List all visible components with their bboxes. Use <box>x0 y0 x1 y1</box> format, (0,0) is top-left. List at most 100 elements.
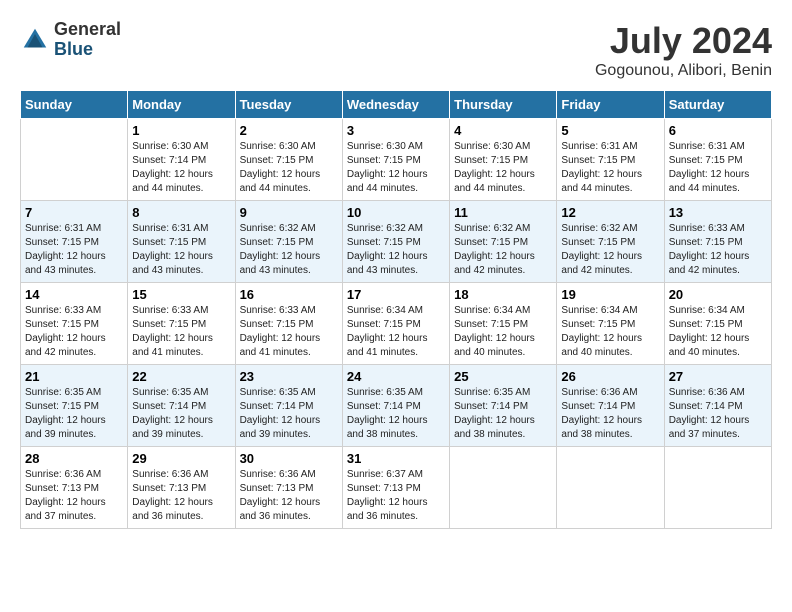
day-info: Sunrise: 6:36 AMSunset: 7:14 PMDaylight:… <box>669 386 767 442</box>
logo: General Blue <box>20 20 121 60</box>
calendar-cell: 26 Sunrise: 6:36 AMSunset: 7:14 PMDayligh… <box>557 365 664 447</box>
calendar-table: SundayMondayTuesdayWednesdayThursdayFrid… <box>20 90 772 529</box>
day-number: 16 <box>240 287 338 302</box>
day-info: Sunrise: 6:33 AMSunset: 7:15 PMDaylight:… <box>669 222 767 278</box>
weekday-header-tuesday: Tuesday <box>235 91 342 119</box>
day-number: 12 <box>561 205 659 220</box>
calendar-cell: 18Sunrise: 6:34 AMSunset: 7:15 PMDayligh… <box>450 283 557 365</box>
calendar-cell: 22 Sunrise: 6:35 AMSunset: 7:14 PMDayligh… <box>128 365 235 447</box>
day-number: 3 <box>347 123 445 138</box>
day-info: Sunrise: 6:34 AMSunset: 7:15 PMDaylight:… <box>561 304 659 360</box>
day-number: 21 <box>25 369 123 384</box>
day-info: Sunrise: 6:33 AMSunset: 7:15 PMDaylight:… <box>132 304 230 360</box>
day-number: 24 <box>347 369 445 384</box>
day-number: 27 <box>669 369 767 384</box>
calendar-cell: 25 Sunrise: 6:35 AMSunset: 7:14 PMDayligh… <box>450 365 557 447</box>
page-header: General Blue July 2024 Gogounou, Alibori… <box>20 20 772 80</box>
day-number: 5 <box>561 123 659 138</box>
day-number: 4 <box>454 123 552 138</box>
day-number: 31 <box>347 451 445 466</box>
day-number: 13 <box>669 205 767 220</box>
calendar-cell: 2 Sunrise: 6:30 AMSunset: 7:15 PMDaylight… <box>235 119 342 201</box>
calendar-cell: 15 Sunrise: 6:33 AMSunset: 7:15 PMDayligh… <box>128 283 235 365</box>
weekday-header-thursday: Thursday <box>450 91 557 119</box>
day-number: 22 <box>132 369 230 384</box>
weekday-header-wednesday: Wednesday <box>342 91 449 119</box>
day-info: Sunrise: 6:30 AMSunset: 7:15 PMDaylight:… <box>240 140 338 196</box>
day-info: Sunrise: 6:32 AMSunset: 7:15 PMDaylight:… <box>561 222 659 278</box>
day-info: Sunrise: 6:30 AMSunset: 7:15 PMDaylight:… <box>347 140 445 196</box>
day-info: Sunrise: 6:36 AMSunset: 7:13 PMDaylight:… <box>132 468 230 524</box>
calendar-week-row: 1 Sunrise: 6:30 AMSunset: 7:14 PMDaylight… <box>21 119 772 201</box>
calendar-cell: 8 Sunrise: 6:31 AMSunset: 7:15 PMDaylight… <box>128 201 235 283</box>
calendar-cell: 21 Sunrise: 6:35 AMSunset: 7:15 PMDayligh… <box>21 365 128 447</box>
day-info: Sunrise: 6:34 AMSunset: 7:15 PMDaylight:… <box>669 304 767 360</box>
calendar-cell: 16Sunrise: 6:33 AMSunset: 7:15 PMDayligh… <box>235 283 342 365</box>
calendar-cell: 19Sunrise: 6:34 AMSunset: 7:15 PMDayligh… <box>557 283 664 365</box>
day-info: Sunrise: 6:37 AMSunset: 7:13 PMDaylight:… <box>347 468 445 524</box>
day-info: Sunrise: 6:32 AMSunset: 7:15 PMDaylight:… <box>240 222 338 278</box>
calendar-cell <box>664 447 771 529</box>
calendar-cell <box>557 447 664 529</box>
day-number: 15 <box>132 287 230 302</box>
day-info: Sunrise: 6:34 AMSunset: 7:15 PMDaylight:… <box>454 304 552 360</box>
day-number: 9 <box>240 205 338 220</box>
calendar-cell: 12 Sunrise: 6:32 AMSunset: 7:15 PMDayligh… <box>557 201 664 283</box>
calendar-cell: 10Sunrise: 6:32 AMSunset: 7:15 PMDayligh… <box>342 201 449 283</box>
calendar-cell: 3 Sunrise: 6:30 AMSunset: 7:15 PMDaylight… <box>342 119 449 201</box>
day-info: Sunrise: 6:31 AMSunset: 7:15 PMDaylight:… <box>132 222 230 278</box>
day-number: 26 <box>561 369 659 384</box>
day-info: Sunrise: 6:36 AMSunset: 7:13 PMDaylight:… <box>25 468 123 524</box>
day-info: Sunrise: 6:36 AMSunset: 7:13 PMDaylight:… <box>240 468 338 524</box>
weekday-header-friday: Friday <box>557 91 664 119</box>
month-year-title: July 2024 <box>595 20 772 62</box>
day-info: Sunrise: 6:35 AMSunset: 7:15 PMDaylight:… <box>25 386 123 442</box>
day-info: Sunrise: 6:30 AMSunset: 7:14 PMDaylight:… <box>132 140 230 196</box>
calendar-cell: 20 Sunrise: 6:34 AMSunset: 7:15 PMDayligh… <box>664 283 771 365</box>
day-info: Sunrise: 6:35 AMSunset: 7:14 PMDaylight:… <box>347 386 445 442</box>
day-info: Sunrise: 6:35 AMSunset: 7:14 PMDaylight:… <box>454 386 552 442</box>
calendar-cell: 14Sunrise: 6:33 AMSunset: 7:15 PMDayligh… <box>21 283 128 365</box>
logo-general-label: General <box>54 20 121 40</box>
day-info: Sunrise: 6:30 AMSunset: 7:15 PMDaylight:… <box>454 140 552 196</box>
calendar-cell: 17Sunrise: 6:34 AMSunset: 7:15 PMDayligh… <box>342 283 449 365</box>
weekday-header-saturday: Saturday <box>664 91 771 119</box>
calendar-cell: 7Sunrise: 6:31 AMSunset: 7:15 PMDaylight… <box>21 201 128 283</box>
weekday-header-sunday: Sunday <box>21 91 128 119</box>
day-info: Sunrise: 6:32 AMSunset: 7:15 PMDaylight:… <box>454 222 552 278</box>
calendar-cell <box>450 447 557 529</box>
logo-blue-label: Blue <box>54 40 121 60</box>
day-number: 25 <box>454 369 552 384</box>
calendar-cell: 13 Sunrise: 6:33 AMSunset: 7:15 PMDayligh… <box>664 201 771 283</box>
day-number: 11 <box>454 205 552 220</box>
title-section: July 2024 Gogounou, Alibori, Benin <box>595 20 772 80</box>
day-number: 1 <box>132 123 230 138</box>
day-number: 30 <box>240 451 338 466</box>
calendar-week-row: 7Sunrise: 6:31 AMSunset: 7:15 PMDaylight… <box>21 201 772 283</box>
calendar-header: SundayMondayTuesdayWednesdayThursdayFrid… <box>21 91 772 119</box>
calendar-cell: 27 Sunrise: 6:36 AMSunset: 7:14 PMDayligh… <box>664 365 771 447</box>
day-info: Sunrise: 6:31 AMSunset: 7:15 PMDaylight:… <box>25 222 123 278</box>
day-info: Sunrise: 6:36 AMSunset: 7:14 PMDaylight:… <box>561 386 659 442</box>
day-number: 20 <box>669 287 767 302</box>
calendar-cell: 23 Sunrise: 6:35 AMSunset: 7:14 PMDayligh… <box>235 365 342 447</box>
day-info: Sunrise: 6:35 AMSunset: 7:14 PMDaylight:… <box>240 386 338 442</box>
day-info: Sunrise: 6:31 AMSunset: 7:15 PMDaylight:… <box>561 140 659 196</box>
day-number: 8 <box>132 205 230 220</box>
day-number: 17 <box>347 287 445 302</box>
calendar-cell: 9 Sunrise: 6:32 AMSunset: 7:15 PMDaylight… <box>235 201 342 283</box>
calendar-week-row: 28Sunrise: 6:36 AMSunset: 7:13 PMDayligh… <box>21 447 772 529</box>
logo-text: General Blue <box>54 20 121 60</box>
day-number: 23 <box>240 369 338 384</box>
day-number: 6 <box>669 123 767 138</box>
calendar-cell: 28Sunrise: 6:36 AMSunset: 7:13 PMDayligh… <box>21 447 128 529</box>
calendar-cell: 11 Sunrise: 6:32 AMSunset: 7:15 PMDayligh… <box>450 201 557 283</box>
calendar-cell: 5 Sunrise: 6:31 AMSunset: 7:15 PMDaylight… <box>557 119 664 201</box>
weekday-header-row: SundayMondayTuesdayWednesdayThursdayFrid… <box>21 91 772 119</box>
calendar-week-row: 14Sunrise: 6:33 AMSunset: 7:15 PMDayligh… <box>21 283 772 365</box>
calendar-cell: 1 Sunrise: 6:30 AMSunset: 7:14 PMDaylight… <box>128 119 235 201</box>
weekday-header-monday: Monday <box>128 91 235 119</box>
day-info: Sunrise: 6:35 AMSunset: 7:14 PMDaylight:… <box>132 386 230 442</box>
day-info: Sunrise: 6:33 AMSunset: 7:15 PMDaylight:… <box>25 304 123 360</box>
day-number: 2 <box>240 123 338 138</box>
